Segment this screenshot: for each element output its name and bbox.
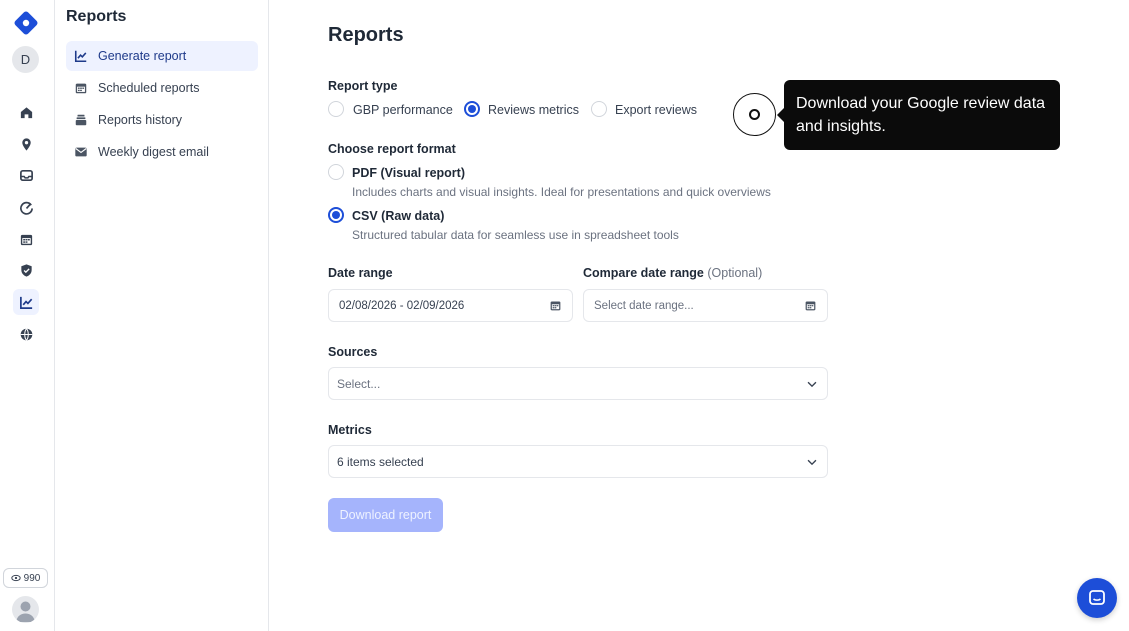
metrics-label: Metrics: [328, 423, 372, 437]
sidebar-item-scheduled-reports[interactable]: Scheduled reports: [66, 73, 258, 103]
sidebar-item-label: Reports history: [98, 113, 183, 127]
home-icon[interactable]: [13, 99, 39, 125]
radio-reviews-metrics[interactable]: [464, 101, 480, 117]
sources-label: Sources: [328, 345, 378, 359]
page-title: Reports: [328, 24, 404, 46]
chevron-down-icon: [807, 459, 817, 465]
user-silhouette-icon: [16, 601, 35, 622]
chevron-down-icon: [807, 381, 817, 387]
date-range-input[interactable]: 02/08/2026 - 02/09/2026: [328, 289, 573, 322]
stack-icon: [75, 114, 87, 126]
compare-date-range-input[interactable]: Select date range...: [583, 289, 828, 322]
radio-pdf-format[interactable]: [328, 164, 344, 180]
calendar-icon: [75, 83, 87, 94]
optional-label: (Optional): [707, 266, 763, 280]
calendar-icon[interactable]: [13, 226, 39, 252]
tooltip: Download your Google review data and ins…: [777, 80, 1060, 150]
radio-label-gbp-performance[interactable]: GBP performance: [353, 103, 453, 117]
radio-export-reviews[interactable]: [591, 101, 607, 117]
workspace-avatar[interactable]: D: [12, 46, 39, 73]
user-avatar[interactable]: [12, 596, 39, 623]
date-range-label: Date range: [328, 266, 393, 280]
sidebar-item-label: Weekly digest email: [98, 145, 209, 159]
reports-sidebar: Reports Generate report Scheduled report…: [56, 0, 269, 631]
inbox-icon[interactable]: [13, 162, 39, 188]
chart-icon[interactable]: [13, 289, 39, 315]
icon-rail: D 990: [0, 0, 55, 631]
chat-support-button[interactable]: [1077, 578, 1117, 618]
globe-icon[interactable]: [13, 321, 39, 347]
report-format-label: Choose report format: [328, 142, 456, 156]
sidebar-item-weekly-digest-email[interactable]: Weekly digest email: [66, 137, 258, 167]
location-pin-icon[interactable]: [13, 131, 39, 157]
brand-logo-icon[interactable]: [13, 10, 39, 36]
line-chart-icon: [74, 50, 87, 63]
radio-label-reviews-metrics[interactable]: Reviews metrics: [488, 103, 579, 117]
metrics-value: 6 items selected: [337, 454, 424, 469]
credits-count: 990: [23, 572, 41, 584]
mail-icon: [75, 147, 87, 157]
sidebar-item-generate-report[interactable]: Generate report: [66, 41, 258, 71]
calendar-icon: [550, 301, 561, 311]
chat-icon: [1089, 590, 1105, 605]
date-range-value: 02/08/2026 - 02/09/2026: [339, 299, 465, 312]
credits-badge[interactable]: 990: [3, 568, 48, 588]
eye-icon: [10, 574, 21, 582]
compare-date-range-label-text: Compare date range: [583, 266, 704, 280]
csv-format-description: Structured tabular data for seamless use…: [352, 228, 679, 242]
sources-select[interactable]: Select...: [328, 367, 828, 400]
sidebar-item-label: Scheduled reports: [98, 81, 200, 95]
sidebar-item-label: Generate report: [98, 49, 187, 63]
compare-date-range-label: Compare date range (Optional): [583, 266, 762, 280]
radio-label-export-reviews[interactable]: Export reviews: [615, 103, 697, 117]
compare-date-range-placeholder: Select date range...: [594, 299, 694, 312]
sidebar-title: Reports: [66, 8, 127, 25]
pdf-format-title[interactable]: PDF (Visual report): [352, 166, 465, 180]
gauge-icon[interactable]: [13, 194, 39, 220]
calendar-icon: [805, 301, 816, 311]
sidebar-item-reports-history[interactable]: Reports history: [66, 105, 258, 135]
download-report-button[interactable]: Download report: [328, 498, 443, 532]
report-type-label: Report type: [328, 79, 398, 93]
pdf-format-description: Includes charts and visual insights. Ide…: [352, 185, 771, 199]
workspace-avatar-initial: D: [20, 52, 31, 67]
shield-icon[interactable]: [13, 257, 39, 283]
metrics-select[interactable]: 6 items selected: [328, 445, 828, 478]
radio-csv-format[interactable]: [328, 207, 344, 223]
radio-gbp-performance[interactable]: [328, 101, 344, 117]
cursor-pointer-icon: [749, 109, 760, 120]
csv-format-title[interactable]: CSV (Raw data): [352, 209, 444, 223]
sources-placeholder: Select...: [337, 376, 381, 391]
